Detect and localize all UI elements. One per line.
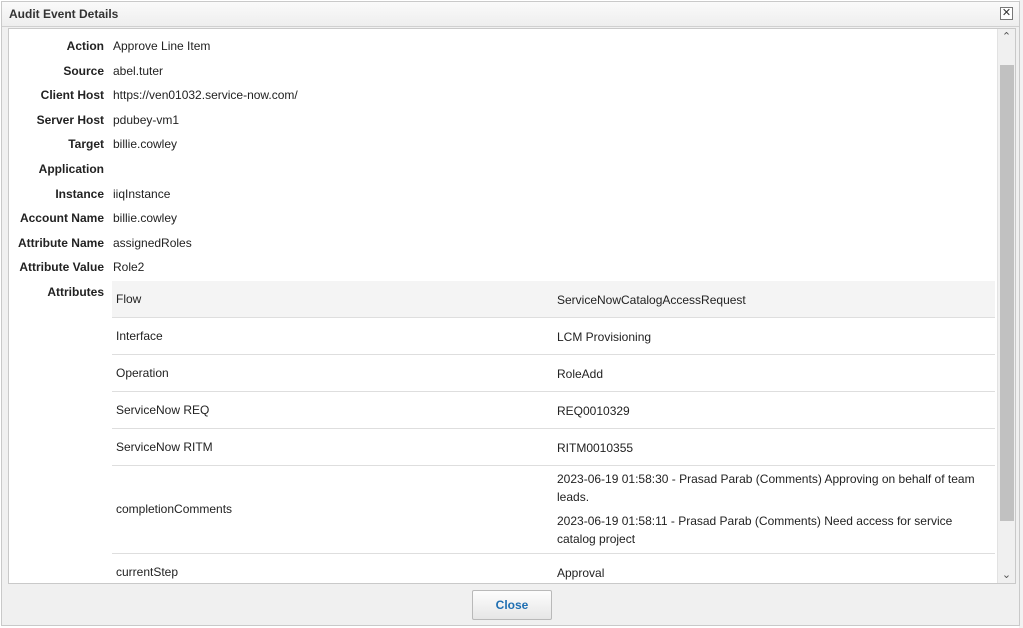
dialog-title: Audit Event Details xyxy=(9,7,119,21)
field-label: Attribute Value xyxy=(19,260,104,275)
audit-event-details-dialog: Audit Event Details ✕ Action Approve Line… xyxy=(1,1,1020,626)
attribute-values: LCM Provisioning xyxy=(557,328,987,352)
attribute-row: currentStep Approval xyxy=(112,554,995,584)
field-label: Attributes xyxy=(47,285,104,299)
field-label: Source xyxy=(63,63,104,78)
field-label: Application xyxy=(38,162,104,176)
close-button[interactable]: Close xyxy=(472,590,552,620)
field-row: Client Host https://ven01032.service-now.… xyxy=(9,84,989,106)
attribute-row: ServiceNow RITM RITM0010355 xyxy=(112,429,995,466)
scroll-down-arrow-icon[interactable]: ⌄ xyxy=(998,567,1015,583)
field-value: billie.cowley xyxy=(113,137,178,152)
attribute-value: RoleAdd xyxy=(557,366,604,381)
attribute-row: ServiceNow REQ REQ0010329 xyxy=(112,392,995,429)
field-value: billie.cowley xyxy=(113,211,178,226)
attribute-values: ServiceNowCatalogAccessRequest xyxy=(557,291,987,315)
attribute-value: RITM0010355 xyxy=(557,440,634,455)
field-row: Target billie.cowley xyxy=(9,133,989,155)
attribute-values: RITM0010355 xyxy=(557,439,987,463)
attribute-row: Interface LCM Provisioning xyxy=(112,318,995,355)
field-label: Attribute Name xyxy=(17,235,104,250)
attribute-row: completionComments 2023-06-19 01:58:30 - … xyxy=(112,466,995,554)
attribute-value: ServiceNowCatalogAccessRequest xyxy=(557,292,746,307)
field-row: Action Approve Line Item xyxy=(9,35,989,57)
attribute-row: Flow ServiceNowCatalogAccessRequest xyxy=(112,281,995,318)
field-label: Server Host xyxy=(36,112,104,127)
field-value: assignedRoles xyxy=(113,235,192,250)
field-row: Account Name billie.cowley xyxy=(9,207,989,229)
field-row: Server Host pdubey-vm1 xyxy=(9,109,989,131)
field-value: pdubey-vm1 xyxy=(113,112,180,127)
close-icon[interactable]: ✕ xyxy=(1000,7,1013,20)
field-label: Account Name xyxy=(19,211,104,226)
field-row: Source abel.tuter xyxy=(9,60,989,82)
attribute-values: 2023-06-19 01:58:30 - Prasad Parab (Comm… xyxy=(557,470,987,554)
attribute-value: 2023-06-19 01:58:11 - Prasad Parab (Comm… xyxy=(557,514,953,546)
field-value: Approve Line Item xyxy=(113,39,211,53)
attribute-name: ServiceNow RITM xyxy=(116,439,213,454)
field-value: https://ven01032.service-now.com/ xyxy=(113,88,298,103)
attribute-values: Approval xyxy=(557,564,987,584)
field-label: Client Host xyxy=(40,88,104,103)
attribute-name: Flow xyxy=(116,291,142,306)
dialog-titlebar: Audit Event Details ✕ xyxy=(2,2,1019,27)
attribute-value: 2023-06-19 01:58:30 - Prasad Parab (Comm… xyxy=(557,472,975,504)
attribute-value: REQ0010329 xyxy=(557,403,630,418)
attribute-name: ServiceNow REQ xyxy=(116,402,210,417)
attribute-name: completionComments xyxy=(116,502,233,516)
field-value: iiqInstance xyxy=(113,186,171,201)
field-label: Target xyxy=(68,137,104,152)
attribute-name: Operation xyxy=(116,365,169,380)
attribute-values: RoleAdd xyxy=(557,365,987,389)
field-label: Action xyxy=(66,39,104,53)
scroll-up-arrow-icon[interactable]: ⌃ xyxy=(998,29,1015,45)
attribute-name: Interface xyxy=(116,328,163,343)
field-row: Application xyxy=(9,158,989,180)
scroll-thumb[interactable] xyxy=(1000,65,1014,521)
attribute-value: Approval xyxy=(557,565,605,580)
field-row: Attribute Name assignedRoles xyxy=(9,232,989,254)
vertical-scrollbar[interactable]: ⌃ ⌄ xyxy=(997,29,1015,583)
attribute-values: REQ0010329 xyxy=(557,402,987,426)
field-label: Instance xyxy=(55,186,104,201)
field-row: Attribute Value Role2 xyxy=(9,256,989,278)
field-row: Instance iiqInstance xyxy=(9,183,989,205)
field-value: Role2 xyxy=(113,260,145,275)
attribute-value: LCM Provisioning xyxy=(557,329,652,344)
attribute-name: currentStep xyxy=(116,564,179,579)
field-value: abel.tuter xyxy=(113,63,164,78)
details-scroll-pane[interactable]: Action Approve Line Item Source abel.tuter C… xyxy=(8,28,1016,584)
attribute-row: Operation RoleAdd xyxy=(112,355,995,392)
